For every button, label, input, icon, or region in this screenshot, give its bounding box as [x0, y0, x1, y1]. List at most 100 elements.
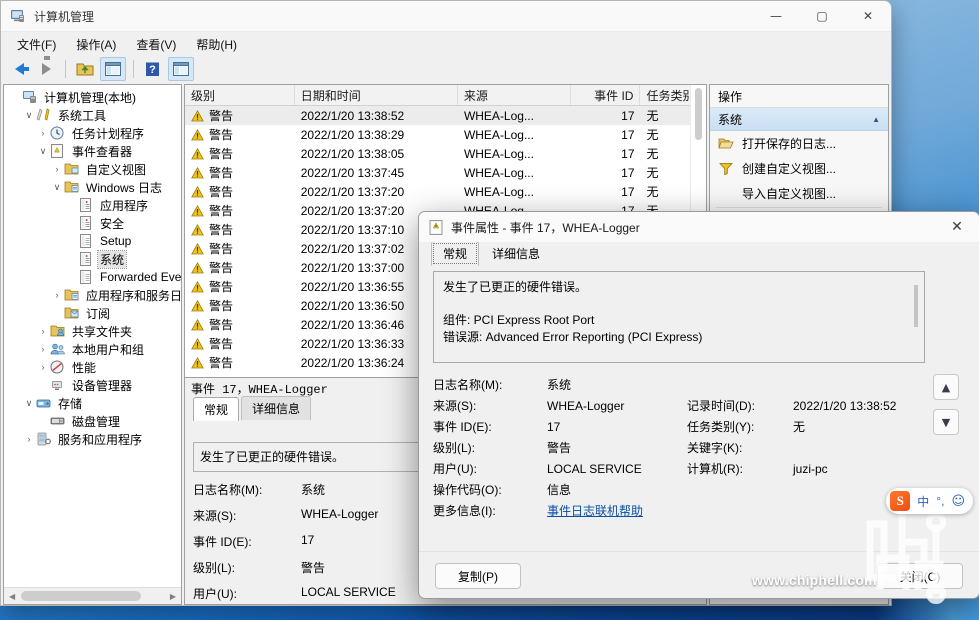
sogou-logo-icon[interactable]: S [890, 491, 911, 511]
column-header-datetime[interactable]: 日期和时间 [295, 85, 458, 105]
scrollbar-thumb[interactable] [21, 591, 141, 601]
tree-item-10[interactable]: Forwarded Eve [4, 268, 181, 286]
warning-icon [191, 299, 204, 312]
log-plain-icon [78, 234, 94, 248]
dialog-field-value-left[interactable]: 事件日志联机帮助 [547, 502, 687, 519]
tree-expander[interactable]: › [36, 128, 50, 138]
tree-expander[interactable]: ∨ [36, 146, 50, 157]
tree-item-17[interactable]: ∨ 存储 [4, 394, 181, 412]
tree-item-3[interactable]: ∨ 事件查看器 [4, 142, 181, 160]
scroll-left-arrow-icon[interactable]: ◀ [9, 592, 15, 601]
forward-button[interactable] [34, 56, 58, 80]
tree-item-5[interactable]: ∨ Windows 日志 [4, 178, 181, 196]
tree-expander[interactable]: › [36, 326, 50, 336]
tree-item-8[interactable]: Setup [4, 232, 181, 250]
table-row[interactable]: 警告 2022/1/20 13:37:45 WHEA-Log... 17 无 [185, 163, 706, 182]
tree-item-18[interactable]: 磁盘管理 [4, 412, 181, 430]
dialog-navigation-buttons: ▲ ▼ [933, 374, 967, 444]
column-header-event-id[interactable]: 事件 ID [571, 85, 641, 105]
maximize-button[interactable]: ▢ [799, 1, 845, 31]
preview-tab-general[interactable]: 常规 [193, 397, 240, 421]
tree-item-6[interactable]: 应用程序 [4, 196, 181, 214]
tree-expander[interactable]: ∨ [50, 182, 64, 193]
warning-icon [191, 166, 204, 179]
console-tree-pane[interactable]: 计算机管理(本地) ∨ 系统工具 › 任务计划程序 ∨ 事件查看器 › 自定义视图 ∨ Window… [3, 84, 182, 605]
menu-item-view[interactable]: 查看(V) [126, 33, 186, 56]
tree-expander[interactable]: › [36, 362, 50, 372]
tree-item-7[interactable]: 安全 [4, 214, 181, 232]
tree-item-label: 自定义视图 [86, 162, 147, 177]
minimize-button[interactable]: — [753, 1, 799, 31]
tree-item-12[interactable]: 订阅 [4, 304, 181, 322]
cell-level: 警告 [185, 164, 295, 181]
close-button[interactable]: ✕ [845, 1, 891, 31]
tree-expander[interactable]: › [50, 290, 64, 300]
action-item-0[interactable]: 打开保存的日志... [710, 131, 888, 156]
tree-expander[interactable]: › [22, 434, 36, 444]
help-button[interactable]: ? [141, 58, 165, 80]
dialog-field-value-left: 17 [547, 419, 561, 434]
column-header-level[interactable]: 级别 [185, 85, 295, 105]
menu-item-action[interactable]: 操作(A) [66, 33, 126, 56]
tree-item-0[interactable]: 计算机管理(本地) [4, 88, 181, 106]
cell-datetime: 2022/1/20 13:38:52 [300, 108, 405, 123]
message-line-error-source: 错误源: Advanced Error Reporting (PCI Expre… [443, 330, 703, 344]
tree-expander[interactable]: ∨ [22, 110, 36, 121]
tree-item-13[interactable]: › 共享文件夹 [4, 322, 181, 340]
copy-button[interactable]: 复制(P) [435, 563, 521, 589]
tree-expander[interactable]: › [36, 344, 50, 354]
table-row[interactable]: 警告 2022/1/20 13:38:29 WHEA-Log... 17 无 [185, 125, 706, 144]
preview-tab-details[interactable]: 详细信息 [241, 396, 312, 420]
column-header-source[interactable]: 来源 [458, 85, 572, 105]
cell-datetime: 2022/1/20 13:38:29 [300, 127, 405, 142]
back-button[interactable] [7, 58, 31, 80]
tree-expander[interactable]: › [50, 164, 64, 174]
menu-item-file[interactable]: 文件(F) [7, 33, 66, 56]
tree-item-2[interactable]: › 任务计划程序 [4, 124, 181, 142]
warning-icon [191, 204, 204, 217]
dialog-close-button[interactable]: ✕ [935, 212, 979, 242]
tree-item-19[interactable]: › 服务和应用程序 [4, 430, 181, 448]
scrollbar-thumb[interactable] [914, 285, 918, 327]
show-hide-tree-button[interactable] [100, 57, 126, 81]
scrollbar-thumb[interactable] [695, 88, 702, 140]
tree-item-9[interactable]: 系统 [4, 249, 181, 269]
action-item-1[interactable]: 创建自定义视图... [710, 156, 888, 181]
dialog-message-scrollbar[interactable] [909, 273, 923, 361]
tree-item-15[interactable]: › 性能 [4, 358, 181, 376]
cell-level: 警告 [185, 183, 295, 200]
shared-folder-icon [50, 324, 66, 338]
action-item-label: 导入自定义视图... [742, 187, 837, 201]
tree-item-1[interactable]: ∨ 系统工具 [4, 106, 181, 124]
dialog-tab-details[interactable]: 详细信息 [480, 241, 552, 266]
dialog-field-value-right: 2022/1/20 13:38:52 [793, 398, 897, 413]
actions-group-system[interactable]: 系统 ▲ [710, 108, 888, 131]
tree-item-label: 事件查看器 [72, 144, 133, 159]
toolbar: ? [1, 56, 891, 83]
preview-field-key: 用户(U): [193, 587, 237, 601]
previous-event-button[interactable]: ▲ [933, 374, 959, 400]
tree-item-4[interactable]: › 自定义视图 [4, 160, 181, 178]
properties-button[interactable] [168, 57, 194, 81]
table-row[interactable]: 警告2022/1/20 13:37:20WHEA-Log...17无 [185, 182, 706, 201]
scroll-right-arrow-icon[interactable]: ▶ [170, 592, 176, 601]
tree-item-label: 安全 [100, 216, 125, 231]
ime-mode-chinese[interactable]: 中 [917, 493, 929, 510]
next-event-button[interactable]: ▼ [933, 409, 959, 435]
table-row[interactable]: 警告 2022/1/20 13:38:05 WHEA-Log... 17 无 [185, 144, 706, 163]
dialog-tab-general[interactable]: 常规 [431, 241, 480, 266]
up-folder-button[interactable] [73, 58, 97, 80]
menu-item-help[interactable]: 帮助(H) [186, 33, 247, 56]
dialog-message-box[interactable]: 发生了已更正的硬件错误。 组件: PCI Express Root Port 错… [433, 271, 925, 363]
table-row[interactable]: 警告 2022/1/20 13:38:52 WHEA-Log... 17 无 [185, 106, 706, 125]
cell-level: 警告 [185, 240, 295, 257]
tree-expander[interactable]: ∨ [22, 398, 36, 409]
ime-punctuation-toggle[interactable]: °, [936, 494, 944, 508]
action-item-2[interactable]: 导入自定义视图... [710, 181, 888, 206]
tree-item-14[interactable]: › 本地用户和组 [4, 340, 181, 358]
tree-item-16[interactable]: 设备管理器 [4, 376, 181, 394]
chevron-up-icon[interactable]: ▲ [872, 115, 880, 124]
ime-emoji-icon[interactable]: ☺ [951, 494, 965, 509]
tree-item-11[interactable]: › 应用程序和服务日志 [4, 286, 182, 304]
tree-horizontal-scrollbar[interactable]: ◀ ▶ [4, 587, 181, 604]
